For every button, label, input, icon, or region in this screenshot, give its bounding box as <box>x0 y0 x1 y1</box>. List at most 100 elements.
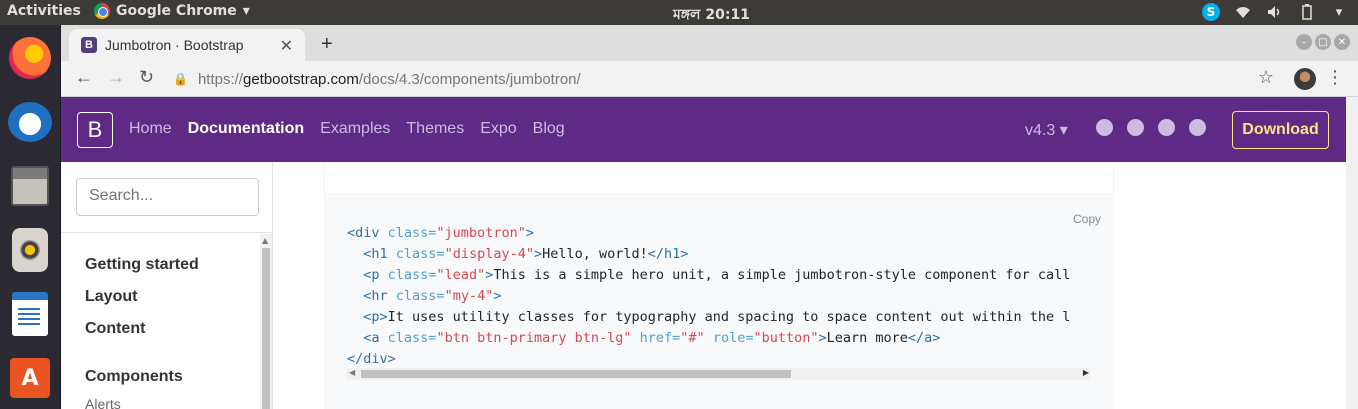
code-token: This is a simple hero unit, a simple jum… <box>493 267 1071 283</box>
code-line: <hr class="my-4"> <box>347 286 1091 307</box>
code-token: role= <box>712 330 754 346</box>
version-dropdown[interactable]: v4.3 ▾ <box>1025 120 1068 140</box>
code-token: "jumbotron" <box>436 225 526 241</box>
scroll-left-icon[interactable]: ◀ <box>349 368 355 377</box>
code-token: Learn more <box>826 330 908 346</box>
docs-sidebar: Search... Getting started Layout Content Co… <box>61 162 273 409</box>
rhythmbox-launcher[interactable] <box>5 225 55 275</box>
close-icon[interactable]: ✕ <box>280 36 293 55</box>
scrollbar-thumb[interactable] <box>361 370 791 378</box>
nav-link-expo[interactable]: Expo <box>480 120 516 138</box>
code-token: <h1 <box>363 246 396 262</box>
download-button[interactable]: Download <box>1232 111 1329 149</box>
sidebar-scrollbar[interactable]: ▲ <box>260 234 272 409</box>
new-tab-button[interactable]: + <box>321 33 333 56</box>
github-icon[interactable] <box>1096 119 1113 136</box>
code-line: <h1 class="display-4">Hello, world!</h1> <box>347 244 1091 265</box>
nav-link-home[interactable]: Home <box>129 120 172 138</box>
thunderbird-launcher[interactable] <box>5 97 55 147</box>
lock-icon[interactable]: 🔒 <box>173 72 188 86</box>
minimize-button[interactable]: – <box>1296 34 1312 50</box>
close-window-button[interactable]: ✕ <box>1334 34 1350 50</box>
url-host: getbootstrap.com <box>242 70 359 88</box>
code-token: href= <box>639 330 681 346</box>
code-token: class= <box>387 267 437 283</box>
nav-link-blog[interactable]: Blog <box>533 120 565 138</box>
sidebar-item-layout[interactable]: Layout <box>85 288 137 306</box>
code-highlight: Copy <div class="jumbotron"> <h1 class="… <box>324 196 1114 409</box>
nav-links: Home Documentation Examples Themes Expo Blog <box>129 120 565 138</box>
sidebar-item-getting-started[interactable]: Getting started <box>85 256 199 274</box>
app-name: Google Chrome <box>116 3 237 19</box>
chevron-down-icon: ▾ <box>242 3 250 19</box>
rhythmbox-icon <box>12 228 48 272</box>
clock[interactable]: মঙ্গল 20:11 <box>673 3 750 27</box>
files-launcher[interactable] <box>5 161 55 211</box>
code-token: class= <box>395 288 445 304</box>
scroll-right-icon[interactable]: ▶ <box>1083 368 1089 377</box>
code-token: > <box>525 225 534 241</box>
code-token: It uses utility classes for typography a… <box>387 309 1071 325</box>
sidebar-item-components[interactable]: Components <box>85 368 183 386</box>
code-line: </div> <box>347 349 1091 370</box>
code-token: class= <box>395 246 445 262</box>
forward-button[interactable]: → <box>107 67 125 88</box>
code-horizontal-scrollbar[interactable]: ◀ ▶ <box>347 368 1091 380</box>
bookmark-star-icon[interactable]: ☆ <box>1258 67 1274 88</box>
volume-icon[interactable] <box>1266 3 1284 21</box>
code-token: > <box>818 330 827 346</box>
maximize-button[interactable]: □ <box>1315 34 1331 50</box>
nav-link-examples[interactable]: Examples <box>320 120 390 138</box>
code-token: </a> <box>907 330 941 346</box>
code-token: "btn btn-primary btn-lg" <box>436 330 632 346</box>
thunderbird-icon <box>8 102 52 142</box>
back-button[interactable]: ← <box>75 67 93 88</box>
menu-dots-icon[interactable]: ⋮ <box>1326 67 1344 88</box>
twitter-icon[interactable] <box>1127 119 1144 136</box>
nav-link-documentation[interactable]: Documentation <box>188 120 304 138</box>
firefox-icon <box>9 37 51 79</box>
tab-jumbotron[interactable]: B Jumbotron · Bootstrap ✕ <box>69 29 305 61</box>
chevron-down-icon[interactable]: ▾ <box>1330 3 1348 21</box>
writer-launcher[interactable] <box>5 289 55 339</box>
chrome-icon <box>94 3 110 19</box>
files-icon <box>11 166 49 206</box>
reload-button[interactable]: ↻ <box>139 67 154 88</box>
browser-toolbar: ← → ↻ 🔒 https://getbootstrap.com/docs/4.… <box>61 61 1358 97</box>
skype-icon[interactable]: S <box>1202 3 1220 21</box>
tab-title: Jumbotron · Bootstrap <box>105 37 244 53</box>
nav-link-themes[interactable]: Themes <box>406 120 464 138</box>
launcher-dock: A <box>0 25 61 409</box>
address-bar[interactable]: 🔒 https://getbootstrap.com/docs/4.3/comp… <box>173 65 1303 93</box>
app-menu[interactable]: Google Chrome ▾ <box>94 3 250 19</box>
code-token: > <box>493 288 502 304</box>
battery-icon[interactable] <box>1298 3 1316 21</box>
bootstrap-logo[interactable]: B <box>77 112 113 148</box>
system-top-bar: Activities Google Chrome ▾ মঙ্গল 20:11 S… <box>0 0 1358 25</box>
profile-avatar[interactable] <box>1294 68 1316 90</box>
slack-icon[interactable] <box>1158 119 1175 136</box>
code-token: </h1> <box>647 246 689 262</box>
software-launcher[interactable]: A <box>5 353 55 403</box>
ubuntu-software-icon: A <box>10 358 50 398</box>
url-text[interactable]: https://getbootstrap.com/docs/4.3/compon… <box>198 71 581 88</box>
scroll-up-icon[interactable]: ▲ <box>262 236 268 245</box>
sidebar-subitem-alerts[interactable]: Alerts <box>85 396 121 409</box>
page-scrollbar[interactable] <box>1346 97 1358 409</box>
code-token: "lead" <box>436 267 486 283</box>
firefox-launcher[interactable] <box>5 33 55 83</box>
code-token: "#" <box>680 330 705 346</box>
code-token: <div <box>347 225 388 241</box>
opencollective-icon[interactable] <box>1189 119 1206 136</box>
wifi-icon[interactable] <box>1234 3 1252 21</box>
scrollbar-thumb[interactable] <box>262 248 270 409</box>
sidebar-item-content[interactable]: Content <box>85 320 145 338</box>
activities-button[interactable]: Activities <box>7 3 81 19</box>
code-block: <div class="jumbotron"> <h1 class="displ… <box>347 223 1091 370</box>
search-input[interactable]: Search... <box>76 178 259 216</box>
